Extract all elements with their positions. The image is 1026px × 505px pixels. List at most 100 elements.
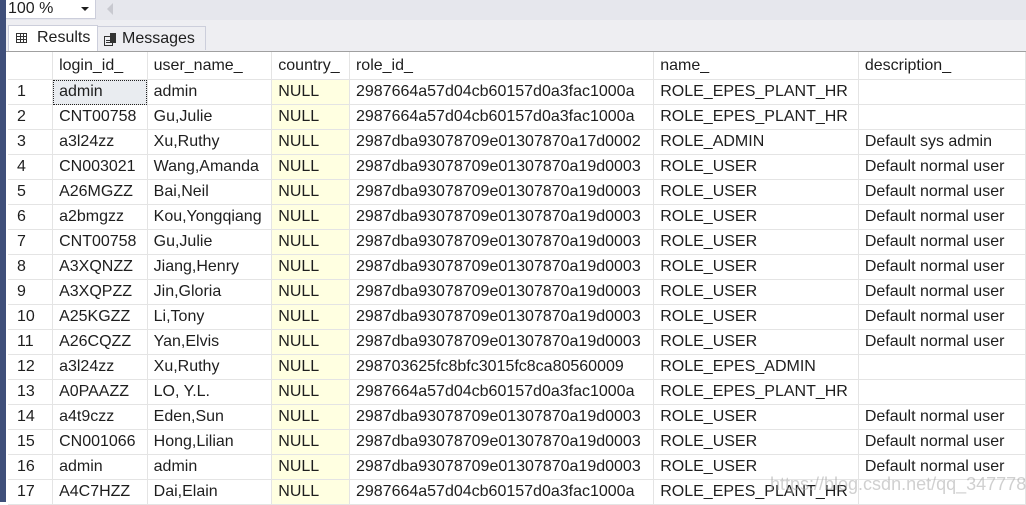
- column-header-user-name[interactable]: user_name_: [147, 52, 273, 80]
- cell-name[interactable]: ROLE_USER: [653, 329, 859, 355]
- cell-login-id[interactable]: a4t9czz: [52, 404, 148, 430]
- cell-name[interactable]: ROLE_USER: [653, 204, 859, 230]
- cell-user-name[interactable]: admin: [147, 454, 273, 480]
- cell-country[interactable]: NULL: [271, 429, 350, 455]
- table-row[interactable]: 2 CNT00758 Gu,Julie NULL 2987664a57d04cb6015…: [8, 104, 1026, 130]
- cell-name[interactable]: ROLE_EPES_PLANT_HR: [653, 104, 859, 130]
- row-number[interactable]: 12: [8, 354, 54, 380]
- cell-name[interactable]: ROLE_EPES_ADMIN: [653, 354, 859, 380]
- row-number[interactable]: 3: [8, 129, 54, 155]
- cell-name[interactable]: ROLE_ADMIN: [653, 129, 859, 155]
- table-row[interactable]: 11 A26CQZZ Yan,Elvis NULL 2987dba93078709e01…: [8, 329, 1026, 355]
- row-number[interactable]: 11: [8, 329, 54, 355]
- cell-user-name[interactable]: Eden,Sun: [147, 404, 273, 430]
- cell-description[interactable]: [858, 379, 1026, 405]
- cell-role-id[interactable]: 2987664a57d04cb60157d0a3fac1000a: [349, 104, 655, 130]
- cell-login-id[interactable]: A0PAAZZ: [52, 379, 148, 405]
- row-number[interactable]: 5: [8, 179, 54, 205]
- scroll-left-arrow-icon[interactable]: [107, 3, 113, 15]
- cell-name[interactable]: ROLE_USER: [653, 279, 859, 305]
- cell-name[interactable]: ROLE_USER: [653, 229, 859, 255]
- column-header-country[interactable]: country_: [271, 52, 350, 80]
- cell-login-id[interactable]: a2bmgzz: [52, 204, 148, 230]
- cell-login-id[interactable]: a3l24zz: [52, 129, 148, 155]
- cell-country[interactable]: NULL: [271, 479, 350, 505]
- cell-user-name[interactable]: admin: [147, 79, 273, 105]
- cell-user-name[interactable]: Wang,Amanda: [147, 154, 273, 180]
- row-number[interactable]: 13: [8, 379, 54, 405]
- cell-role-id[interactable]: 2987dba93078709e01307870a19d0003: [349, 279, 655, 305]
- cell-description[interactable]: Default normal user: [858, 254, 1026, 280]
- column-header-name[interactable]: name_: [653, 52, 859, 80]
- cell-user-name[interactable]: Hong,Lilian: [147, 429, 273, 455]
- table-row[interactable]: 13 A0PAAZZ LO, Y.L. NULL 2987664a57d04cb6015…: [8, 379, 1026, 405]
- chevron-down-icon[interactable]: [81, 7, 89, 11]
- cell-role-id[interactable]: 2987664a57d04cb60157d0a3fac1000a: [349, 79, 655, 105]
- cell-user-name[interactable]: Gu,Julie: [147, 229, 273, 255]
- cell-country[interactable]: NULL: [271, 154, 350, 180]
- table-row[interactable]: 5 A26MGZZ Bai,Neil NULL 2987dba93078709e0130…: [8, 179, 1026, 205]
- cell-user-name[interactable]: Gu,Julie: [147, 104, 273, 130]
- cell-role-id[interactable]: 2987664a57d04cb60157d0a3fac1000a: [349, 479, 655, 505]
- cell-country[interactable]: NULL: [271, 79, 350, 105]
- table-row[interactable]: 14 a4t9czz Eden,Sun NULL 2987dba93078709e013…: [8, 404, 1026, 430]
- table-row[interactable]: 6 a2bmgzz Kou,Yongqiang NULL 2987dba93078709…: [8, 204, 1026, 230]
- cell-user-name[interactable]: Dai,Elain: [147, 479, 273, 505]
- cell-role-id[interactable]: 2987dba93078709e01307870a19d0003: [349, 404, 655, 430]
- row-number[interactable]: 15: [8, 429, 54, 455]
- cell-country[interactable]: NULL: [271, 329, 350, 355]
- table-row[interactable]: 3 a3l24zz Xu,Ruthy NULL 2987dba93078709e0130…: [8, 129, 1026, 155]
- cell-role-id[interactable]: 2987664a57d04cb60157d0a3fac1000a: [349, 379, 655, 405]
- row-number[interactable]: 4: [8, 154, 54, 180]
- cell-description[interactable]: [858, 479, 1026, 505]
- cell-country[interactable]: NULL: [271, 104, 350, 130]
- cell-name[interactable]: ROLE_USER: [653, 404, 859, 430]
- cell-login-id[interactable]: A25KGZZ: [52, 304, 148, 330]
- table-row[interactable]: 1 admin admin NULL 2987664a57d04cb60157d0a3f…: [8, 79, 1026, 105]
- column-header-rownum[interactable]: [8, 52, 54, 80]
- row-number[interactable]: 17: [8, 479, 54, 505]
- cell-country[interactable]: NULL: [271, 304, 350, 330]
- cell-role-id[interactable]: 2987dba93078709e01307870a19d0003: [349, 329, 655, 355]
- row-number[interactable]: 2: [8, 104, 54, 130]
- cell-description[interactable]: Default normal user: [858, 204, 1026, 230]
- cell-country[interactable]: NULL: [271, 354, 350, 380]
- cell-name[interactable]: ROLE_USER: [653, 154, 859, 180]
- row-number[interactable]: 10: [8, 304, 54, 330]
- column-header-role-id[interactable]: role_id_: [349, 52, 655, 80]
- cell-name[interactable]: ROLE_USER: [653, 454, 859, 480]
- cell-country[interactable]: NULL: [271, 129, 350, 155]
- row-number[interactable]: 8: [8, 254, 54, 280]
- row-number[interactable]: 1: [8, 79, 54, 105]
- row-number[interactable]: 6: [8, 204, 54, 230]
- column-header-description[interactable]: description_: [858, 52, 1026, 80]
- cell-user-name[interactable]: Xu,Ruthy: [147, 354, 273, 380]
- cell-role-id[interactable]: 2987dba93078709e01307870a19d0003: [349, 304, 655, 330]
- cell-login-id[interactable]: A3XQNZZ: [52, 254, 148, 280]
- cell-description[interactable]: Default normal user: [858, 154, 1026, 180]
- cell-role-id[interactable]: 2987dba93078709e01307870a19d0003: [349, 229, 655, 255]
- cell-name[interactable]: ROLE_USER: [653, 254, 859, 280]
- cell-login-id[interactable]: CNT00758: [52, 229, 148, 255]
- cell-description[interactable]: Default normal user: [858, 179, 1026, 205]
- cell-role-id[interactable]: 2987dba93078709e01307870a19d0003: [349, 254, 655, 280]
- cell-country[interactable]: NULL: [271, 204, 350, 230]
- cell-user-name[interactable]: Jin,Gloria: [147, 279, 273, 305]
- cell-country[interactable]: NULL: [271, 229, 350, 255]
- cell-login-id[interactable]: A4C7HZZ: [52, 479, 148, 505]
- zoom-level-dropdown[interactable]: 100 %: [6, 0, 96, 19]
- table-row[interactable]: 9 A3XQPZZ Jin,Gloria NULL 2987dba93078709e01…: [8, 279, 1026, 305]
- cell-description[interactable]: [858, 79, 1026, 105]
- tab-messages[interactable]: Messages: [98, 26, 206, 50]
- table-row[interactable]: 16 admin admin NULL 2987dba93078709e01307870…: [8, 454, 1026, 480]
- cell-description[interactable]: Default normal user: [858, 329, 1026, 355]
- cell-name[interactable]: ROLE_EPES_PLANT_HR: [653, 79, 859, 105]
- cell-country[interactable]: NULL: [271, 379, 350, 405]
- cell-user-name[interactable]: Jiang,Henry: [147, 254, 273, 280]
- cell-login-id[interactable]: CN003021: [52, 154, 148, 180]
- cell-login-id[interactable]: A26CQZZ: [52, 329, 148, 355]
- cell-user-name[interactable]: Li,Tony: [147, 304, 273, 330]
- cell-login-id[interactable]: CNT00758: [52, 104, 148, 130]
- cell-description[interactable]: Default normal user: [858, 429, 1026, 455]
- cell-country[interactable]: NULL: [271, 279, 350, 305]
